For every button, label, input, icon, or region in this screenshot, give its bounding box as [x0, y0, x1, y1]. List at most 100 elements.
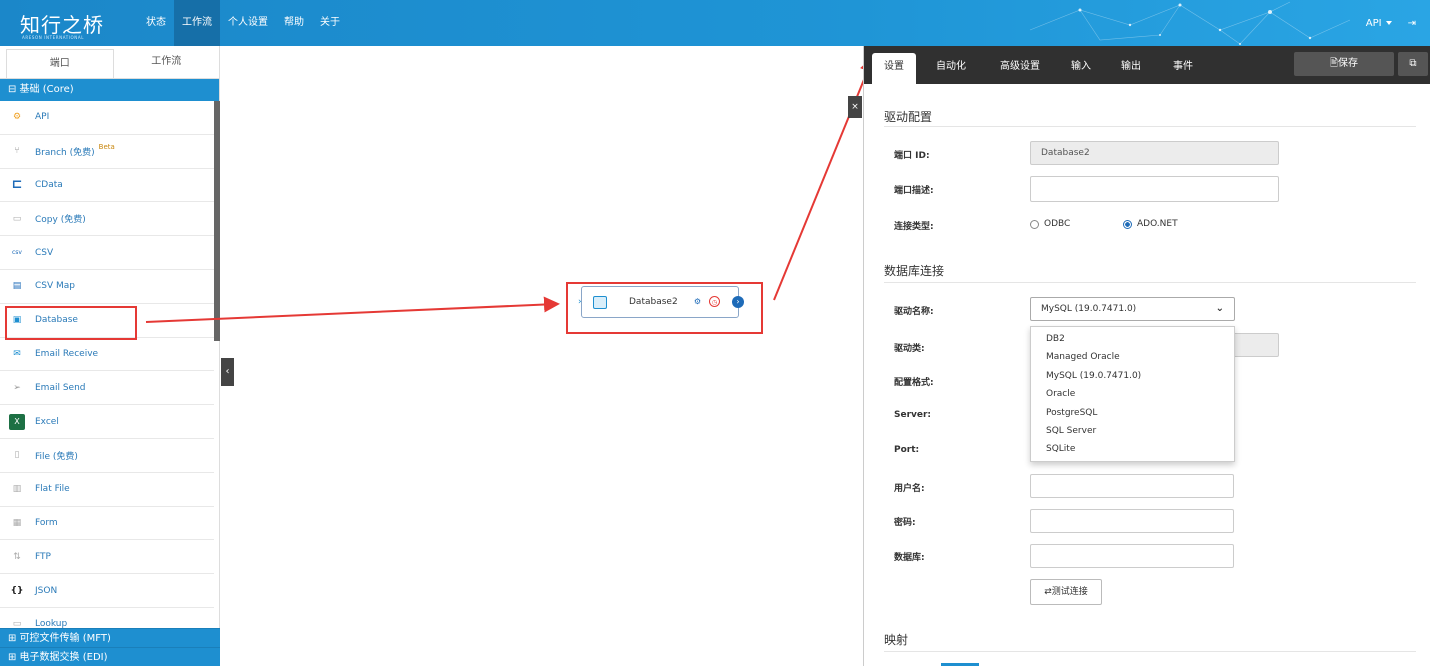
dropdown-option[interactable]: MySQL (19.0.7471.0)	[1031, 367, 1234, 385]
nav-item-help[interactable]: 帮助	[276, 0, 312, 46]
database-label: 数据库:	[894, 553, 925, 563]
nav-item-profile[interactable]: 个人设置	[220, 0, 276, 46]
port-group-footer: ⊞ 可控文件传输 (MFT) ⊞ 电子数据交换 (EDI)	[0, 628, 220, 666]
ports-panel-tabs: 端口 工作流	[0, 46, 219, 79]
save-button[interactable]: 🖹保存	[1294, 52, 1394, 76]
port-item-label: JSON	[35, 585, 58, 596]
highlight-node	[566, 282, 763, 334]
logo-text: 知行之桥	[20, 13, 104, 37]
port-item-label: CData	[35, 179, 63, 190]
port-item-cdata[interactable]: ⊏ CData	[0, 169, 214, 203]
port-item-label: Form	[35, 517, 58, 528]
csv-icon: csv	[12, 249, 22, 257]
radio-odbc[interactable]: ODBC	[1030, 219, 1070, 229]
port-item-flat-file[interactable]: ▥ Flat File	[0, 473, 214, 507]
decorative-network-graphic	[1029, 1, 1351, 45]
password-label: 密码:	[894, 518, 916, 528]
caret-down-icon	[1385, 21, 1392, 25]
api-icon: ⚙	[12, 112, 22, 123]
password-field[interactable]	[1030, 509, 1234, 533]
branch-icon: ⑂	[14, 146, 20, 157]
logout-icon[interactable]: ⇥	[1408, 18, 1416, 29]
tab-automation[interactable]: 自动化	[928, 53, 974, 84]
popout-icon[interactable]: ⧉	[1398, 52, 1428, 76]
tab-output[interactable]: 输出	[1116, 53, 1146, 84]
driver-dropdown-list: DB2 Managed Oracle MySQL (19.0.7471.0) O…	[1030, 326, 1235, 462]
radio-label: ADO.NET	[1137, 219, 1178, 229]
email-receive-icon: ✉	[13, 348, 21, 359]
tab-input[interactable]: 输入	[1066, 53, 1096, 84]
port-item-lookup[interactable]: ▭ Lookup	[0, 608, 214, 628]
username-field[interactable]	[1030, 474, 1234, 498]
dropdown-option[interactable]: Managed Oracle	[1031, 348, 1234, 366]
dropdown-option[interactable]: PostgreSQL	[1031, 404, 1234, 422]
port-item-label: Flat File	[35, 484, 70, 495]
port-item-form[interactable]: ▦ Form	[0, 507, 214, 541]
port-list: ⚙ API ⑂ Branch (免费) Beta ⊏ CData ▭ Copy …	[0, 101, 214, 628]
config-format-label: 配置格式:	[894, 378, 934, 388]
tab-events[interactable]: 事件	[1168, 53, 1198, 84]
chevron-down-icon: ⌄	[1215, 303, 1224, 314]
section-mapping: 映射	[884, 633, 909, 647]
port-item-email-send[interactable]: ➢ Email Send	[0, 371, 214, 406]
port-item-branch[interactable]: ⑂ Branch (免费) Beta	[0, 135, 214, 169]
tab-advanced[interactable]: 高级设置	[992, 53, 1048, 84]
dropdown-option[interactable]: Oracle	[1031, 385, 1234, 403]
tab-settings[interactable]: 设置	[872, 53, 916, 84]
port-item-label: CSV Map	[35, 281, 76, 292]
database-field[interactable]	[1030, 544, 1234, 568]
nav-item-about[interactable]: 关于	[312, 0, 348, 46]
port-desc-label: 端口描述:	[894, 186, 934, 196]
form-icon: ▦	[12, 517, 22, 528]
port-item-csv-map[interactable]: ▤ CSV Map	[0, 270, 214, 304]
ftp-icon: ⇅	[13, 551, 21, 562]
nav-item-status[interactable]: 状态	[138, 0, 174, 46]
server-label: Server:	[894, 410, 932, 420]
group-core[interactable]: ⊟ 基础 (Core)	[0, 79, 219, 101]
username-label: 用户名:	[894, 484, 925, 494]
port-item-file[interactable]: ▯ File (免费)	[0, 439, 214, 473]
port-item-api[interactable]: ⚙ API	[0, 101, 214, 135]
port-item-label: Branch (免费)	[35, 147, 95, 158]
port-id-label: 端口 ID:	[894, 151, 930, 161]
driver-name-select[interactable]: MySQL (19.0.7471.0) ⌄	[1030, 297, 1235, 321]
port-item-email-receive[interactable]: ✉ Email Receive	[0, 338, 214, 372]
driver-name-label: 驱动名称:	[894, 307, 934, 317]
conn-type-label: 连接类型:	[894, 222, 934, 232]
json-icon: {}	[10, 585, 24, 596]
test-connection-button[interactable]: ⇄测试连接	[1030, 579, 1102, 605]
radio-circle-selected	[1123, 219, 1132, 229]
port-item-ftp[interactable]: ⇅ FTP	[0, 540, 214, 575]
copy-icon: ▭	[12, 213, 22, 224]
close-panel-button[interactable]: ×	[848, 96, 862, 118]
collapse-panel-button[interactable]: ‹	[221, 358, 234, 386]
port-desc-field[interactable]	[1030, 176, 1279, 202]
dropdown-option[interactable]: SQLite	[1031, 440, 1234, 458]
top-right-controls: API ⇥	[1366, 0, 1416, 46]
dropdown-option[interactable]: DB2	[1031, 330, 1234, 348]
driver-class-label: 驱动类:	[894, 344, 925, 354]
logo[interactable]: 知行之桥 ARESON INTERNATIONAL	[20, 9, 120, 41]
cdata-icon: ⊏	[11, 177, 23, 193]
dropdown-option[interactable]: SQL Server	[1031, 422, 1234, 440]
radio-adonet[interactable]: ADO.NET	[1123, 219, 1178, 229]
radio-circle	[1030, 219, 1039, 229]
top-bar: 知行之桥 ARESON INTERNATIONAL 状态 工作流 个人设置 帮助…	[0, 0, 1430, 46]
tab-ports[interactable]: 端口	[6, 49, 114, 78]
port-label: Port:	[894, 445, 920, 455]
port-list-scrollbar[interactable]	[214, 101, 220, 341]
port-item-copy[interactable]: ▭ Copy (免费)	[0, 202, 214, 237]
group-mft[interactable]: ⊞ 可控文件传输 (MFT)	[0, 628, 220, 647]
beta-badge: Beta	[98, 143, 115, 152]
tab-workflows[interactable]: 工作流	[114, 46, 220, 78]
port-item-label: File (免费)	[35, 451, 78, 462]
port-item-excel[interactable]: X Excel	[0, 405, 214, 439]
api-menu[interactable]: API	[1366, 18, 1392, 29]
divider	[884, 282, 1416, 283]
port-item-csv[interactable]: csv CSV	[0, 236, 214, 270]
nav-item-workflow[interactable]: 工作流	[174, 0, 220, 46]
port-item-label: Email Receive	[35, 348, 99, 359]
settings-tabs: 设置 自动化 高级设置 输入 输出 事件 🖹保存 ⧉	[864, 46, 1430, 84]
port-item-json[interactable]: {} JSON	[0, 574, 214, 608]
group-edi[interactable]: ⊞ 电子数据交换 (EDI)	[0, 647, 220, 666]
